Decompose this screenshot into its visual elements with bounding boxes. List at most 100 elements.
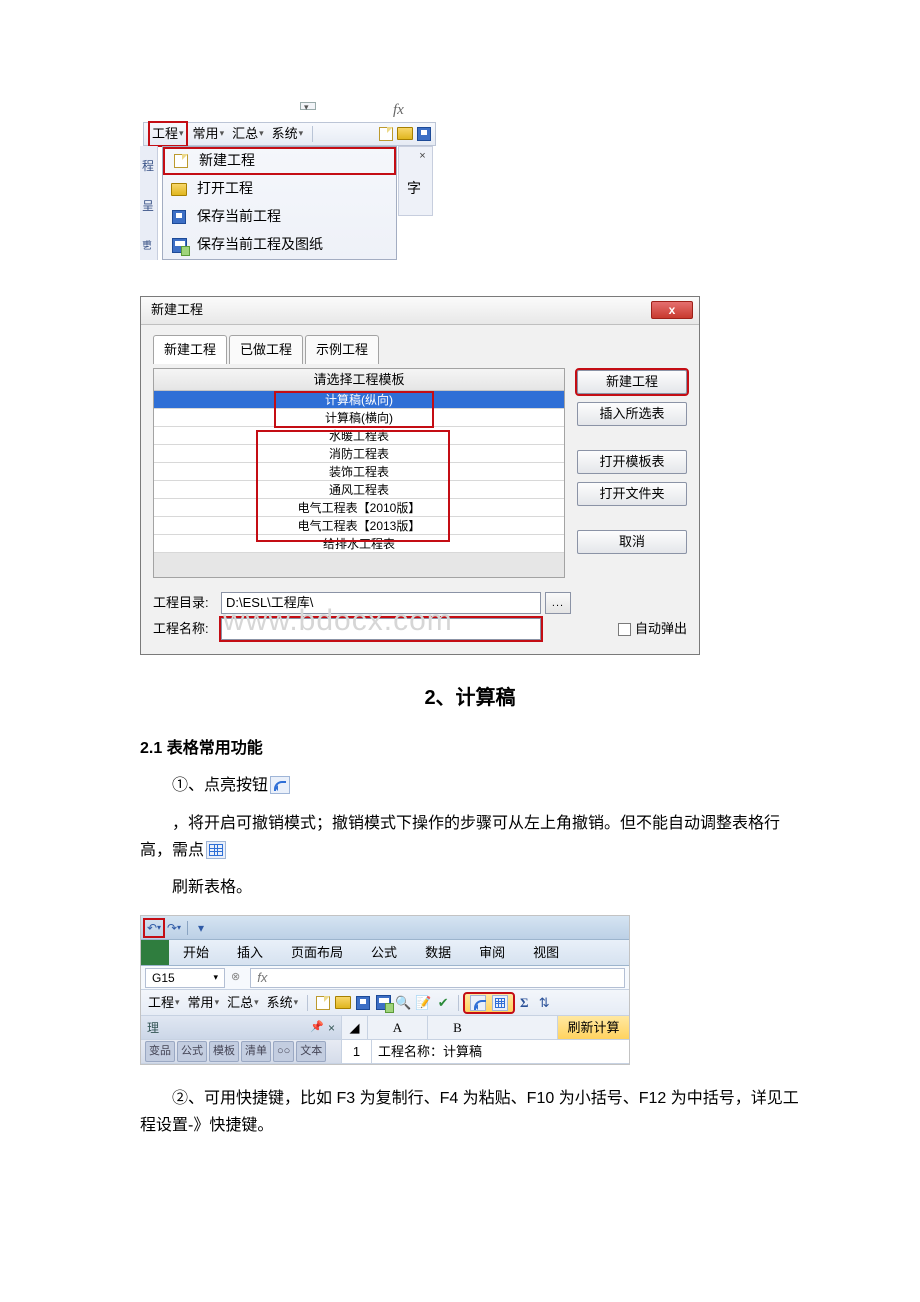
project-dir-value: D:\ESL\工程库\ [226,592,313,614]
new-doc-icon[interactable] [314,994,332,1012]
dialog-titlebar: 新建工程 x [141,297,699,325]
tab-done-project[interactable]: 已做工程 [229,335,303,364]
save-drawing-icon[interactable] [374,994,392,1012]
project-name-label: 工程名称: [153,618,217,640]
corner-cell[interactable]: ◢ [341,1016,367,1039]
open-folder-icon[interactable] [397,127,413,140]
template-row[interactable]: 计算稿(横向) [154,409,564,427]
side-tab[interactable]: 清单 [241,1041,271,1062]
side-tab[interactable]: ○○ [273,1041,294,1062]
refresh-calc-button[interactable]: 刷新计算 [557,1016,629,1039]
tab-sample-project[interactable]: 示例工程 [305,335,379,364]
caret-icon: ▾ [299,126,304,141]
template-row[interactable]: 给排水工程表 [154,535,564,553]
close-icon[interactable]: × [328,1018,335,1038]
ribbon-tab-review[interactable]: 审阅 [465,940,519,965]
paragraph-2: ，将开启可撤销模式；撤销模式下操作的步骤可从左上角撤销。但不能自动调整表格行高，… [140,810,800,864]
template-row[interactable]: 装饰工程表 [154,463,564,481]
template-row[interactable]: 电气工程表【2010版】 [154,499,564,517]
ribbon-tab-view[interactable]: 视图 [519,940,573,965]
save-icon[interactable] [354,994,372,1012]
menu-system[interactable]: 系统▾ [264,992,302,1014]
menu-new-project-label: 新建工程 [199,149,255,173]
project-name-input[interactable] [221,618,541,640]
menu-common-label: 常用 [193,123,219,145]
name-box-value: G15 [152,968,175,988]
menu-project[interactable]: 工程 ▾ [148,121,188,147]
menu-summary[interactable]: 汇总 ▾ [229,123,267,145]
tool-icon[interactable]: 🔍 [394,994,412,1012]
checkbox-icon[interactable] [618,623,631,636]
new-project-button[interactable]: 新建工程 [577,370,687,394]
refresh-grid-icon[interactable] [492,995,508,1011]
template-row[interactable]: 电气工程表【2013版】 [154,517,564,535]
menu-save-project-drawings-label: 保存当前工程及图纸 [197,233,323,257]
cancel-button[interactable]: 取消 [577,530,687,554]
tool-icon[interactable]: ✔ [434,994,452,1012]
menu-common[interactable]: 常用▾ [185,992,223,1014]
fx-cancel-icon[interactable]: ⊗ [231,968,240,987]
save-icon[interactable] [417,127,431,141]
ribbon-tab-home-file[interactable] [141,940,169,965]
ribbon-tab-start[interactable]: 开始 [169,940,223,965]
name-box[interactable]: G15▾ [145,968,225,988]
ribbon-tab-data[interactable]: 数据 [411,940,465,965]
menu-project-label: 工程 [152,123,178,145]
template-grid-header: 请选择工程模板 [154,369,564,391]
separator [307,995,308,1011]
undo-icon: ↶ [147,918,157,938]
ribbon-tab-formula[interactable]: 公式 [357,940,411,965]
template-row[interactable]: 计算稿(纵向) [154,391,564,409]
close-icon[interactable]: × [416,150,429,163]
side-tab[interactable]: 文本 [296,1041,326,1062]
qat-more-icon[interactable]: ▾ [192,920,210,936]
ribbon-tabs: 开始 插入 页面布局 公式 数据 审阅 视图 [141,940,629,966]
menu-summary[interactable]: 汇总▾ [224,992,262,1014]
tab-new-project[interactable]: 新建工程 [153,335,227,364]
menu-project[interactable]: 工程▾ [145,992,183,1014]
project-dir-input[interactable]: D:\ESL\工程库\ [221,592,541,614]
menu-open-project[interactable]: 打开工程 [163,175,396,203]
highlighted-tool-group [465,994,513,1012]
tool-icon[interactable]: 📝 [414,994,432,1012]
formula-bar[interactable]: fx [250,968,625,988]
template-row[interactable]: 消防工程表 [154,445,564,463]
ribbon-tab-insert[interactable]: 插入 [223,940,277,965]
side-tab[interactable]: 变品 [145,1041,175,1062]
side-tab[interactable]: 公式 [177,1041,207,1062]
qat-undo-button[interactable]: ↶▾ [145,920,163,936]
menu-new-project[interactable]: 新建工程 [163,147,396,175]
col-header-b[interactable]: B [427,1016,487,1039]
qat-dropdown-icon[interactable] [300,102,316,110]
side-tab[interactable]: 模板 [209,1041,239,1062]
right-dock: × 字 [398,146,433,216]
col-header-a[interactable]: A [367,1016,427,1039]
template-row[interactable]: 水暖工程表 [154,427,564,445]
caret-icon: ▾ [179,126,184,141]
new-doc-icon[interactable] [379,127,393,141]
menu-system[interactable]: 系统 ▾ [269,123,307,145]
browse-button[interactable]: ... [545,592,571,614]
menu-save-project[interactable]: 保存当前工程 [163,203,396,231]
menu-save-project-drawings[interactable]: 保存当前工程及图纸 [163,231,396,259]
undo-icon[interactable] [470,995,486,1011]
tool-icon[interactable]: ⇅ [535,994,553,1012]
auto-popup-option[interactable]: 自动弹出 [618,618,687,640]
insert-selected-button[interactable]: 插入所选表 [577,402,687,426]
dialog-close-button[interactable]: x [651,301,693,319]
name-box-row: G15▾ ⊗ fx [141,966,629,990]
separator [458,995,459,1011]
dock-label: 字 [407,177,421,201]
menu-common[interactable]: 常用 ▾ [190,123,228,145]
qat-redo-button[interactable]: ↷▾ [165,920,183,936]
sigma-icon[interactable]: Σ [515,994,533,1012]
separator [187,921,188,935]
open-folder-icon[interactable] [334,994,352,1012]
row-number[interactable]: 1 [341,1040,371,1063]
open-folder-button[interactable]: 打开文件夹 [577,482,687,506]
pin-icon[interactable]: 📌 [310,1018,324,1037]
screenshot-toolbar-menu: fx 工程 ▾ 常用 ▾ 汇总 ▾ 系统 ▾ 程 呈 乶 [140,100,440,270]
open-template-button[interactable]: 打开模板表 [577,450,687,474]
template-row[interactable]: 通风工程表 [154,481,564,499]
ribbon-tab-layout[interactable]: 页面布局 [277,940,357,965]
